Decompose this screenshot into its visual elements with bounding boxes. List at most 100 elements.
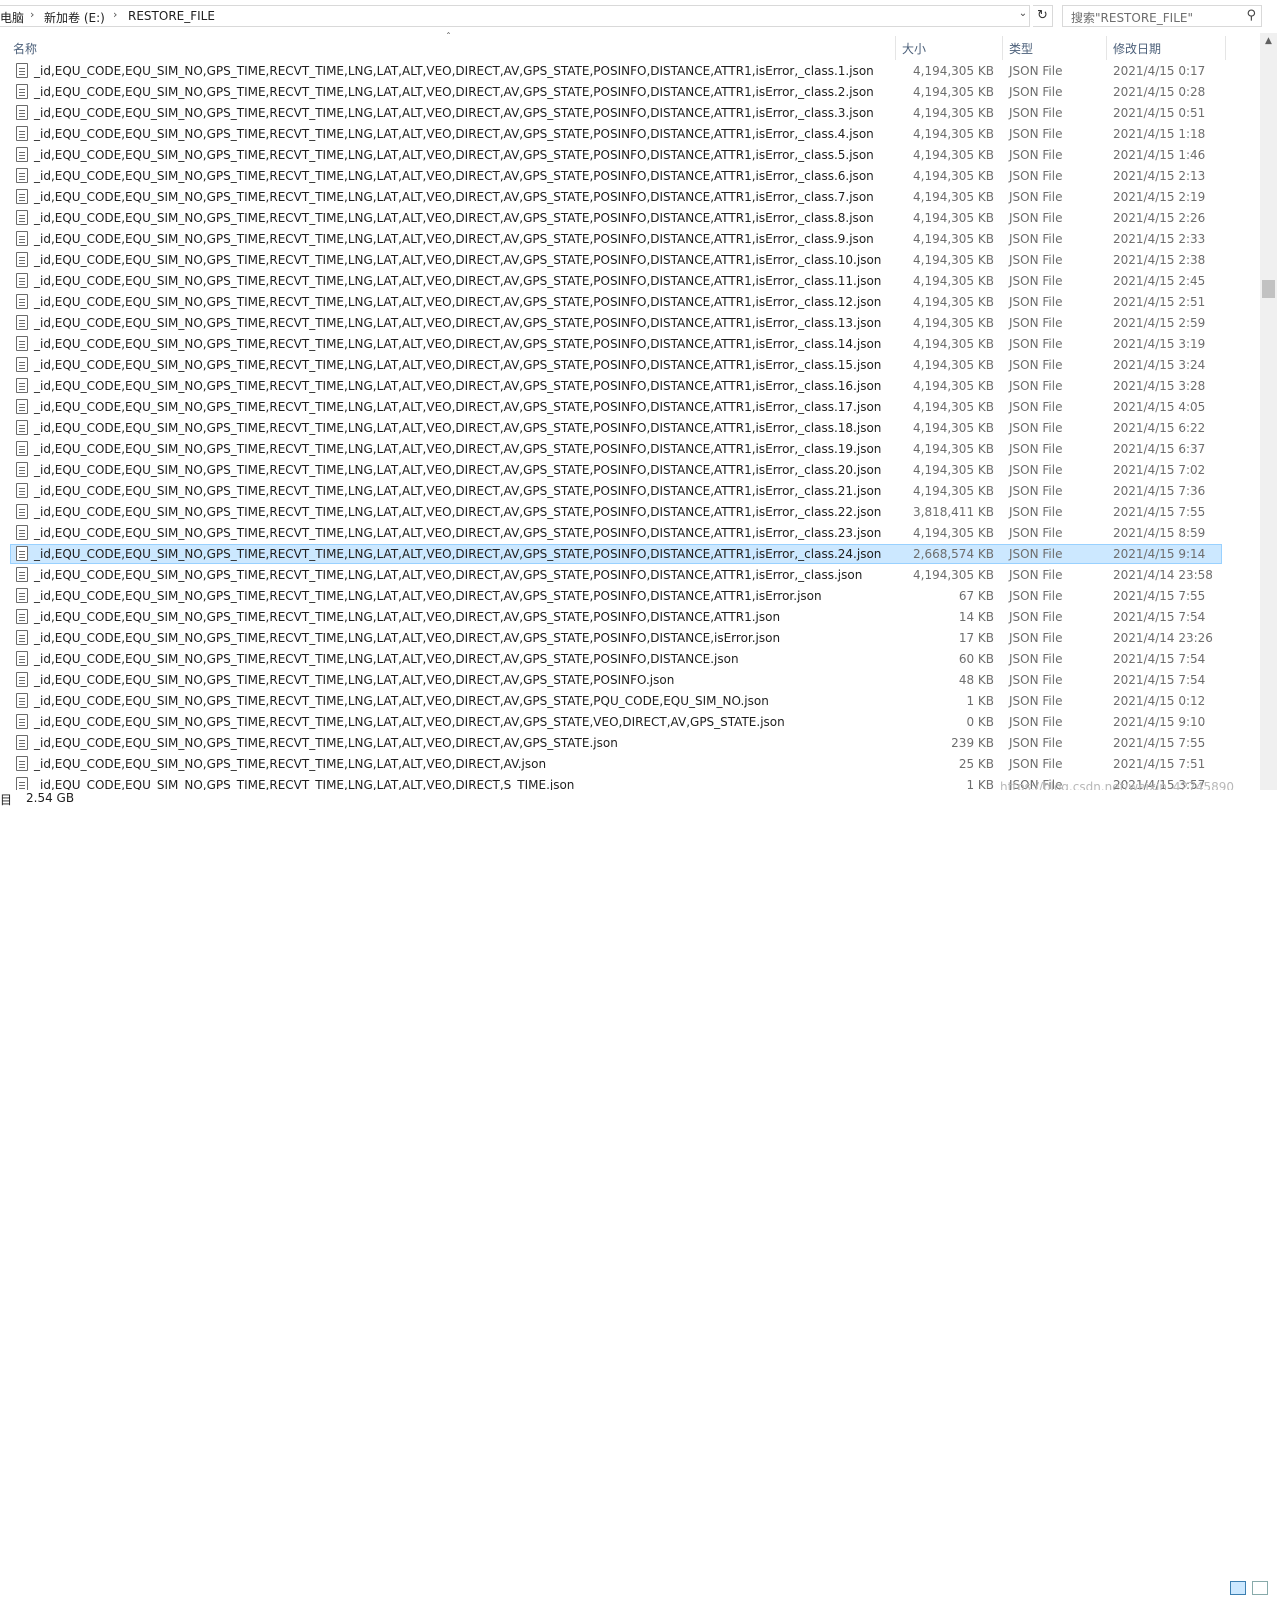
json-file-icon xyxy=(16,231,28,246)
file-name: _id,EQU_CODE,EQU_SIM_NO,GPS_TIME,RECVT_T… xyxy=(34,589,822,603)
file-date: 2021/4/15 2:13 xyxy=(1113,169,1206,183)
file-row[interactable]: _id,EQU_CODE,EQU_SIM_NO,GPS_TIME,RECVT_T… xyxy=(0,523,1260,544)
file-size: 4,194,305 KB xyxy=(913,484,994,498)
file-row[interactable]: _id,EQU_CODE,EQU_SIM_NO,GPS_TIME,RECVT_T… xyxy=(0,586,1260,607)
file-size: 4,194,305 KB xyxy=(913,190,994,204)
file-row[interactable]: _id,EQU_CODE,EQU_SIM_NO,GPS_TIME,RECVT_T… xyxy=(0,502,1260,523)
file-name: _id,EQU_CODE,EQU_SIM_NO,GPS_TIME,RECVT_T… xyxy=(34,673,675,687)
column-divider[interactable] xyxy=(1225,36,1226,60)
file-size: 0 KB xyxy=(966,715,994,729)
file-row[interactable]: _id,EQU_CODE,EQU_SIM_NO,GPS_TIME,RECVT_T… xyxy=(0,712,1260,733)
file-row[interactable]: _id,EQU_CODE,EQU_SIM_NO,GPS_TIME,RECVT_T… xyxy=(0,607,1260,628)
file-row[interactable]: _id,EQU_CODE,EQU_SIM_NO,GPS_TIME,RECVT_T… xyxy=(0,229,1260,250)
file-row[interactable]: _id,EQU_CODE,EQU_SIM_NO,GPS_TIME,RECVT_T… xyxy=(0,649,1260,670)
file-row[interactable]: _id,EQU_CODE,EQU_SIM_NO,GPS_TIME,RECVT_T… xyxy=(0,82,1260,103)
file-row[interactable]: _id,EQU_CODE,EQU_SIM_NO,GPS_TIME,RECVT_T… xyxy=(0,460,1260,481)
file-row[interactable]: _id,EQU_CODE,EQU_SIM_NO,GPS_TIME,RECVT_T… xyxy=(0,187,1260,208)
file-type: JSON File xyxy=(1009,610,1063,624)
file-row[interactable]: _id,EQU_CODE,EQU_SIM_NO,GPS_TIME,RECVT_T… xyxy=(0,208,1260,229)
file-row[interactable]: _id,EQU_CODE,EQU_SIM_NO,GPS_TIME,RECVT_T… xyxy=(0,628,1260,649)
file-type: JSON File xyxy=(1009,85,1063,99)
header-date[interactable]: 修改日期 xyxy=(1113,40,1161,57)
file-row[interactable]: _id,EQU_CODE,EQU_SIM_NO,GPS_TIME,RECVT_T… xyxy=(0,61,1260,82)
column-divider[interactable] xyxy=(895,36,896,60)
file-size: 4,194,305 KB xyxy=(913,526,994,540)
file-type: JSON File xyxy=(1009,169,1063,183)
file-name: _id,EQU_CODE,EQU_SIM_NO,GPS_TIME,RECVT_T… xyxy=(34,568,863,582)
file-row[interactable]: _id,EQU_CODE,EQU_SIM_NO,GPS_TIME,RECVT_T… xyxy=(0,250,1260,271)
file-date: 2021/4/15 2:59 xyxy=(1113,316,1206,330)
header-type[interactable]: 类型 xyxy=(1009,40,1033,57)
breadcrumb-separator-icon[interactable]: › xyxy=(113,8,117,21)
breadcrumb[interactable]: 电脑 › 新加卷 (E:) › RESTORE_FILE xyxy=(0,5,1030,27)
file-row[interactable]: _id,EQU_CODE,EQU_SIM_NO,GPS_TIME,RECVT_T… xyxy=(0,145,1260,166)
large-icons-view-icon[interactable] xyxy=(1251,1581,1268,1595)
file-date: 2021/4/15 7:55 xyxy=(1113,589,1206,603)
file-name: _id,EQU_CODE,EQU_SIM_NO,GPS_TIME,RECVT_T… xyxy=(34,400,882,414)
file-row[interactable]: _id,EQU_CODE,EQU_SIM_NO,GPS_TIME,RECVT_T… xyxy=(0,355,1260,376)
file-size: 4,194,305 KB xyxy=(913,253,994,267)
file-type: JSON File xyxy=(1009,253,1063,267)
file-row[interactable]: _id,EQU_CODE,EQU_SIM_NO,GPS_TIME,RECVT_T… xyxy=(0,124,1260,145)
file-type: JSON File xyxy=(1009,232,1063,246)
vertical-scrollbar[interactable]: ▲ xyxy=(1260,33,1277,790)
file-date: 2021/4/15 7:51 xyxy=(1113,757,1206,771)
file-row[interactable]: _id,EQU_CODE,EQU_SIM_NO,GPS_TIME,RECVT_T… xyxy=(0,565,1260,586)
header-size[interactable]: 大小 xyxy=(902,40,926,57)
file-row[interactable]: _id,EQU_CODE,EQU_SIM_NO,GPS_TIME,RECVT_T… xyxy=(0,376,1260,397)
file-row[interactable]: _id,EQU_CODE,EQU_SIM_NO,GPS_TIME,RECVT_T… xyxy=(0,103,1260,124)
file-date: 2021/4/15 0:12 xyxy=(1113,694,1206,708)
file-type: JSON File xyxy=(1009,694,1063,708)
json-file-icon xyxy=(16,651,28,666)
file-size: 4,194,305 KB xyxy=(913,211,994,225)
breadcrumb-separator-icon[interactable]: › xyxy=(30,8,34,21)
file-row[interactable]: _id,EQU_CODE,EQU_SIM_NO,GPS_TIME,RECVT_T… xyxy=(0,313,1260,334)
file-size: 4,194,305 KB xyxy=(913,379,994,393)
file-row[interactable]: _id,EQU_CODE,EQU_SIM_NO,GPS_TIME,RECVT_T… xyxy=(0,334,1260,355)
file-row[interactable]: _id,EQU_CODE,EQU_SIM_NO,GPS_TIME,RECVT_T… xyxy=(0,166,1260,187)
file-row[interactable]: _id,EQU_CODE,EQU_SIM_NO,GPS_TIME,RECVT_T… xyxy=(0,439,1260,460)
file-name: _id,EQU_CODE,EQU_SIM_NO,GPS_TIME,RECVT_T… xyxy=(34,421,882,435)
file-name: _id,EQU_CODE,EQU_SIM_NO,GPS_TIME,RECVT_T… xyxy=(34,442,882,456)
search-input[interactable]: 搜索"RESTORE_FILE" ⚲ xyxy=(1062,5,1262,27)
breadcrumb-drive[interactable]: 新加卷 (E:) xyxy=(44,9,105,26)
file-row[interactable]: _id,EQU_CODE,EQU_SIM_NO,GPS_TIME,RECVT_T… xyxy=(0,397,1260,418)
file-row[interactable]: _id,EQU_CODE,EQU_SIM_NO,GPS_TIME,RECVT_T… xyxy=(0,418,1260,439)
file-date: 2021/4/15 7:54 xyxy=(1113,652,1206,666)
json-file-icon xyxy=(16,315,28,330)
file-row[interactable]: _id,EQU_CODE,EQU_SIM_NO,GPS_TIME,RECVT_T… xyxy=(0,271,1260,292)
scrollbar-thumb[interactable] xyxy=(1262,280,1275,298)
file-size: 4,194,305 KB xyxy=(913,442,994,456)
file-row[interactable]: _id,EQU_CODE,EQU_SIM_NO,GPS_TIME,RECVT_T… xyxy=(0,670,1260,691)
header-name[interactable]: 名称 xyxy=(13,40,37,57)
column-divider[interactable] xyxy=(1002,36,1003,60)
breadcrumb-folder[interactable]: RESTORE_FILE xyxy=(128,9,215,23)
scroll-up-icon[interactable]: ▲ xyxy=(1260,33,1277,50)
file-row[interactable]: _id,EQU_CODE,EQU_SIM_NO,GPS_TIME,RECVT_T… xyxy=(0,292,1260,313)
details-view-icon[interactable] xyxy=(1230,1581,1246,1595)
file-name: _id,EQU_CODE,EQU_SIM_NO,GPS_TIME,RECVT_T… xyxy=(34,526,882,540)
file-type: JSON File xyxy=(1009,715,1063,729)
file-size: 4,194,305 KB xyxy=(913,400,994,414)
file-size: 4,194,305 KB xyxy=(913,295,994,309)
search-icon[interactable]: ⚲ xyxy=(1246,8,1256,23)
breadcrumb-computer[interactable]: 电脑 xyxy=(0,9,24,26)
file-row[interactable]: _id,EQU_CODE,EQU_SIM_NO,GPS_TIME,RECVT_T… xyxy=(0,754,1260,775)
file-name: _id,EQU_CODE,EQU_SIM_NO,GPS_TIME,RECVT_T… xyxy=(34,715,785,729)
column-divider[interactable] xyxy=(1106,36,1107,60)
file-row[interactable]: _id,EQU_CODE,EQU_SIM_NO,GPS_TIME,RECVT_T… xyxy=(0,481,1260,502)
file-size: 3,818,411 KB xyxy=(913,505,994,519)
json-file-icon xyxy=(16,147,28,162)
file-size: 4,194,305 KB xyxy=(913,127,994,141)
json-file-icon xyxy=(16,567,28,582)
address-dropdown-icon[interactable]: ⌄ xyxy=(1016,8,1030,24)
file-date: 2021/4/15 9:10 xyxy=(1113,715,1206,729)
file-row[interactable]: _id,EQU_CODE,EQU_SIM_NO,GPS_TIME,RECVT_T… xyxy=(0,733,1260,754)
file-row[interactable]: _id,EQU_CODE,EQU_SIM_NO,GPS_TIME,RECVT_T… xyxy=(0,544,1260,565)
refresh-icon[interactable]: ↻ xyxy=(1033,5,1053,27)
file-size: 67 KB xyxy=(958,589,994,603)
file-type: JSON File xyxy=(1009,421,1063,435)
file-row[interactable]: _id,EQU_CODE,EQU_SIM_NO,GPS_TIME,RECVT_T… xyxy=(0,691,1260,712)
file-date: 2021/4/15 6:22 xyxy=(1113,421,1206,435)
file-type: JSON File xyxy=(1009,589,1063,603)
